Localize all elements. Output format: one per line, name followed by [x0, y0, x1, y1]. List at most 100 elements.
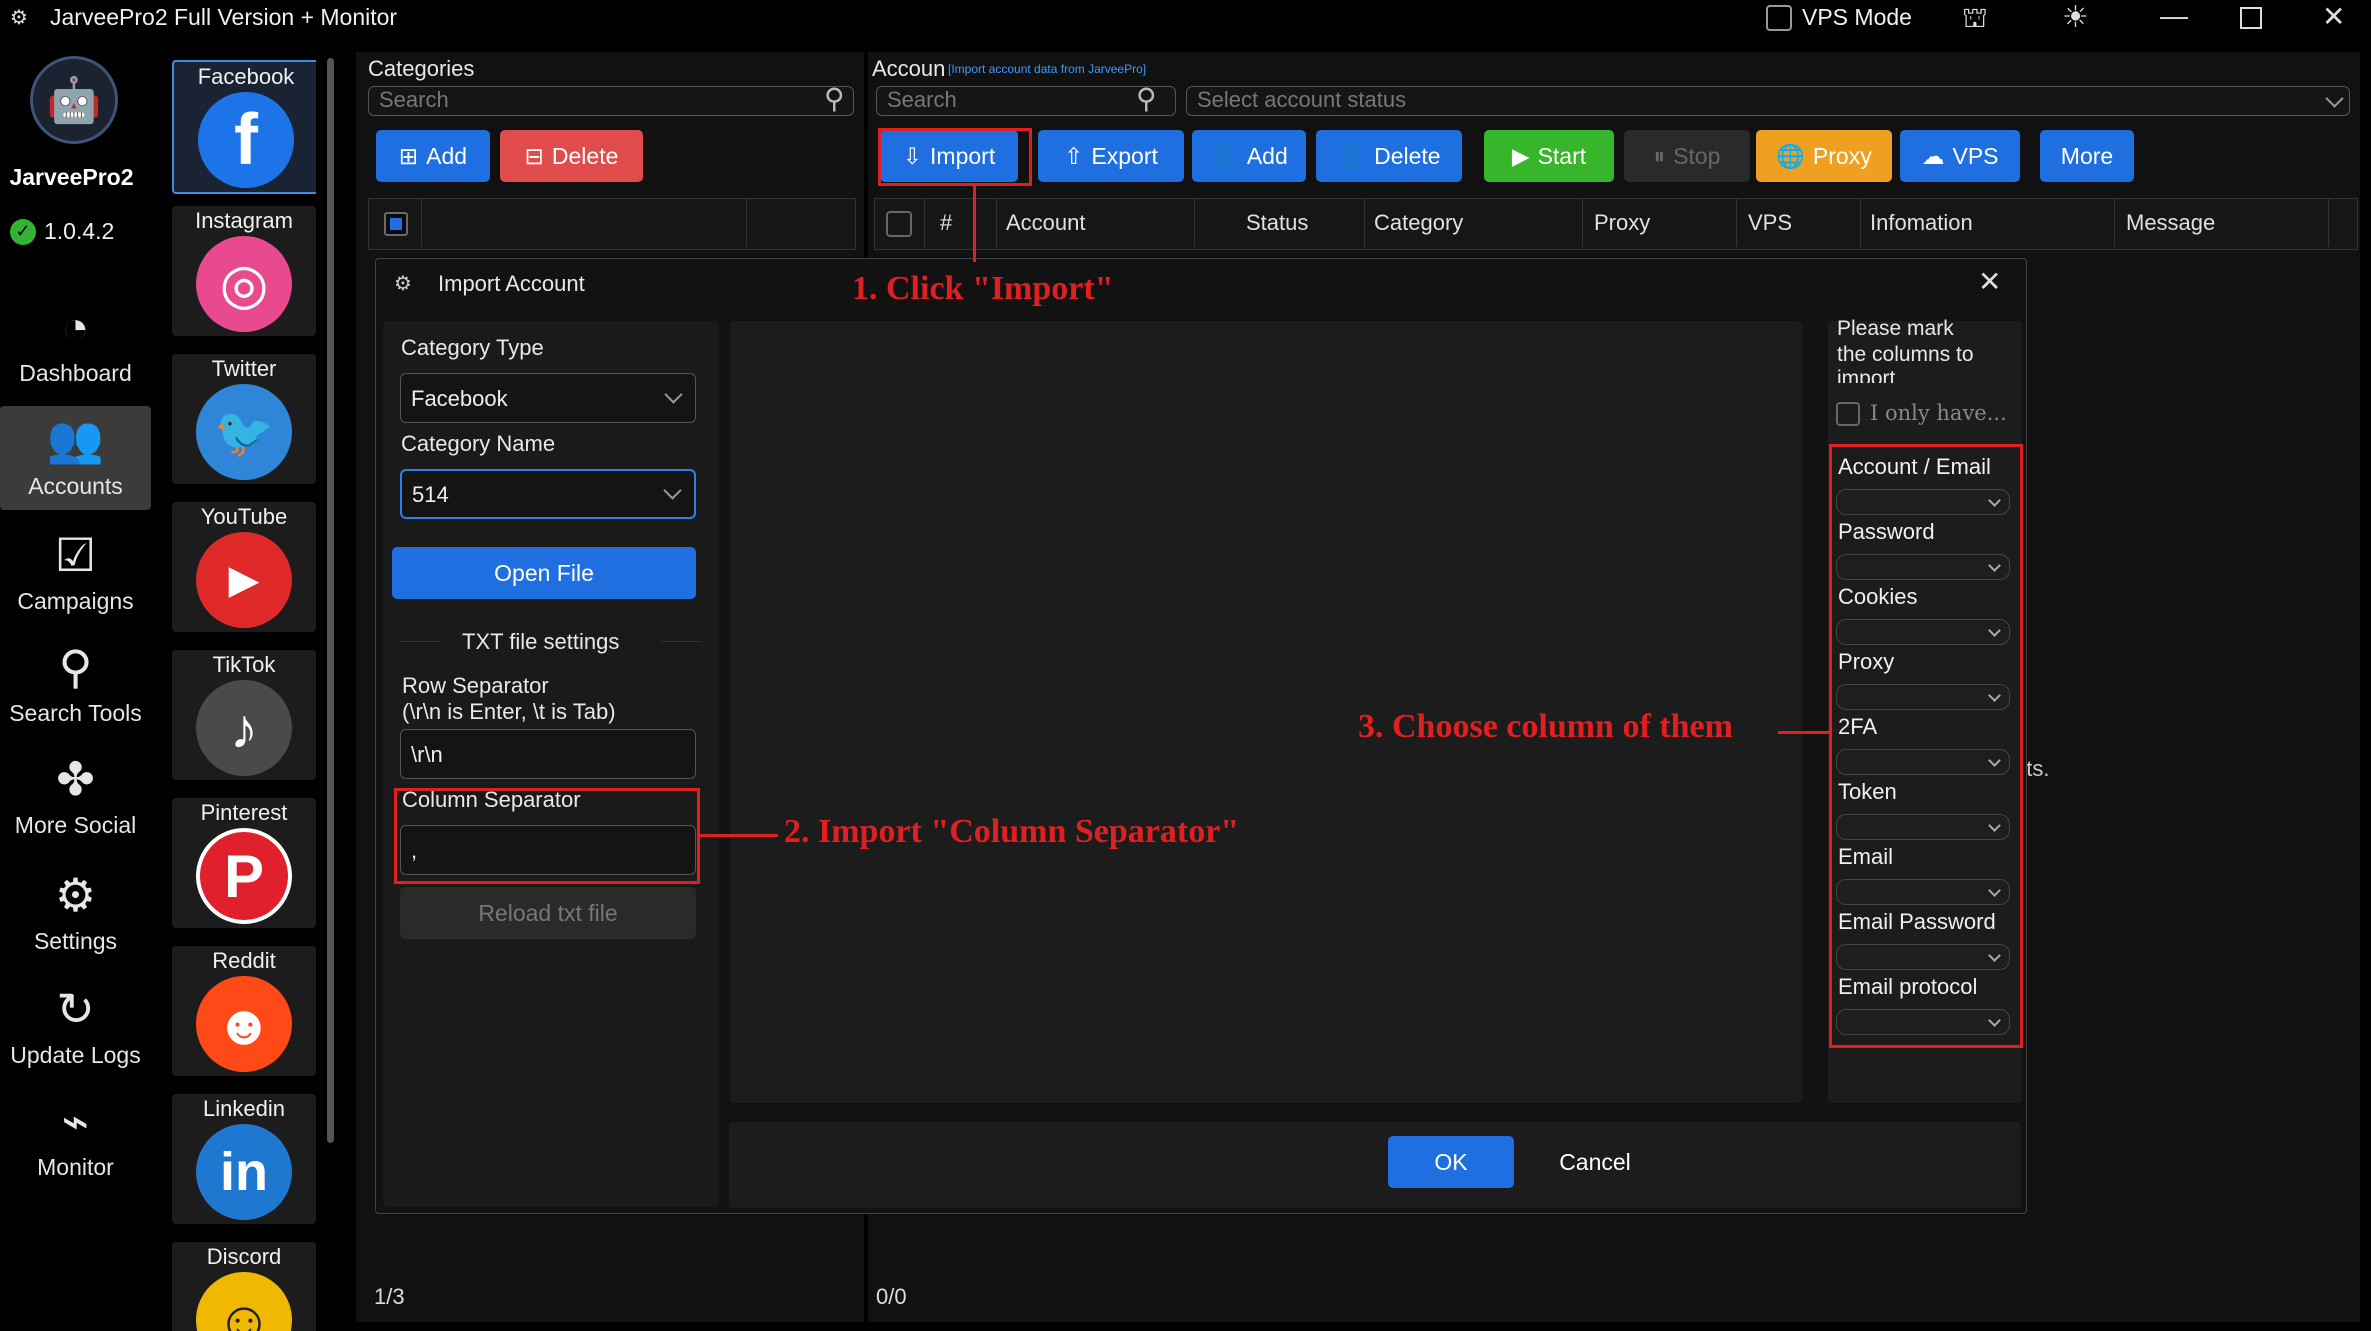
- ok-button[interactable]: OK: [1388, 1136, 1514, 1188]
- mark-columns-note-3: import: [1837, 367, 1896, 383]
- social-pinterest[interactable]: Pinterest P: [172, 798, 316, 928]
- clover-icon: ✤: [56, 753, 95, 805]
- social-tiktok[interactable]: TikTok ♪: [172, 650, 316, 780]
- col-header-number[interactable]: #: [940, 210, 952, 236]
- window-title: JarveePro2 Full Version + Monitor: [50, 4, 398, 30]
- category-name-label: Category Name: [401, 431, 556, 456]
- theme-sun-icon[interactable]: ☀: [2062, 0, 2089, 35]
- only-have-label: I only have...: [1870, 401, 2007, 425]
- reload-txt-file-button[interactable]: Reload txt file: [400, 887, 696, 939]
- nav-search-tools[interactable]: ⚲ Search Tools: [0, 640, 151, 736]
- vps-mode-label: VPS Mode: [1802, 4, 1912, 30]
- open-file-button[interactable]: Open File: [392, 547, 696, 599]
- import-hint-link[interactable]: [Import account data from JarveePro]: [948, 62, 1146, 76]
- accounts-icon: 👥: [46, 413, 105, 465]
- social-list-scrollbar[interactable]: [327, 58, 334, 1143]
- chevron-down-icon: [664, 385, 683, 404]
- only-have-checkbox[interactable]: [1836, 402, 1860, 426]
- history-icon: ↻: [56, 983, 95, 1035]
- category-add-button[interactable]: ⊞ Add: [376, 130, 490, 182]
- globe-icon: 🌐: [1776, 142, 1805, 169]
- play-circle-icon: ▶: [1511, 142, 1530, 169]
- accounts-pager: 0/0: [876, 1284, 907, 1309]
- more-button[interactable]: More: [2040, 130, 2134, 182]
- app-version: 1.0.4.2: [44, 218, 115, 244]
- app-name: JarveePro2: [9, 164, 134, 190]
- row-separator-hint: (\r\n is Enter, \t is Tab): [402, 699, 616, 724]
- nav-update-logs[interactable]: ↻ Update Logs: [0, 982, 151, 1078]
- pause-circle-icon: ⏸: [1653, 142, 1666, 169]
- category-delete-button[interactable]: ⊟ Delete: [500, 130, 643, 182]
- col-header-information[interactable]: Infomation: [1870, 210, 1973, 236]
- start-button[interactable]: ▶ Start: [1484, 130, 1614, 182]
- category-name-select[interactable]: 514: [400, 469, 696, 519]
- cancel-button[interactable]: Cancel: [1530, 1136, 1660, 1188]
- dialog-title: Import Account: [438, 271, 585, 296]
- instagram-icon: ◎: [196, 236, 292, 332]
- social-facebook[interactable]: Facebook f: [172, 60, 316, 194]
- categories-search-input[interactable]: Search: [368, 86, 854, 116]
- export-button[interactable]: ⇧ Export: [1038, 130, 1184, 182]
- social-discord[interactable]: Discord ☺: [172, 1242, 316, 1331]
- categories-title: Categories: [368, 56, 475, 81]
- reddit-icon: ☻: [196, 976, 292, 1072]
- col-header-account[interactable]: Account: [1006, 210, 1086, 236]
- account-add-button[interactable]: 👤 Add: [1192, 130, 1306, 182]
- mark-columns-note-1: Please mark: [1837, 317, 1954, 340]
- col-header-proxy[interactable]: Proxy: [1594, 210, 1650, 236]
- row-separator-input[interactable]: \r\n: [400, 729, 696, 779]
- dialog-close-icon[interactable]: ✕: [1978, 265, 2001, 298]
- dialog-footer: [729, 1122, 2021, 1208]
- categories-pager: 1/3: [374, 1284, 405, 1309]
- accounts-search-icon: ⚲: [1136, 83, 1157, 114]
- title-bar: ⚙ JarveePro2 Full Version + Monitor VPS …: [0, 0, 2371, 36]
- robot-logo-icon: 🤖: [30, 56, 118, 144]
- col-header-category[interactable]: Category: [1374, 210, 1463, 236]
- vps-button[interactable]: ☁ VPS: [1900, 130, 2020, 182]
- social-youtube[interactable]: YouTube ▶: [172, 502, 316, 632]
- col-header-vps[interactable]: VPS: [1748, 210, 1792, 236]
- network-icon[interactable]: ⛫: [1962, 2, 1988, 38]
- social-twitter[interactable]: Twitter 🐦: [172, 354, 316, 484]
- nav-accounts[interactable]: 👥 Accounts: [0, 406, 151, 510]
- nav-more-social[interactable]: ✤ More Social: [0, 752, 151, 848]
- remove-user-icon: 👤: [1337, 142, 1367, 169]
- annotation-line-column-separator: [700, 834, 778, 837]
- nav-monitor[interactable]: ⌁ Monitor: [0, 1094, 151, 1190]
- annotation-box-column-separator: [394, 788, 700, 884]
- nav-settings[interactable]: ⚙ Settings: [0, 868, 151, 964]
- maximize-icon[interactable]: [2240, 7, 2262, 29]
- col-header-status[interactable]: Status: [1246, 210, 1308, 236]
- minimize-icon[interactable]: —: [2160, 0, 2188, 32]
- cloud-server-icon: ☁: [1921, 142, 1945, 169]
- social-linkedin[interactable]: Linkedin in: [172, 1094, 316, 1224]
- divider: [400, 641, 440, 642]
- col-header-message[interactable]: Message: [2126, 210, 2215, 236]
- nav-dashboard[interactable]: ◔ Dashboard: [0, 300, 151, 396]
- row-separator-label: Row Separator: [402, 673, 549, 698]
- vps-mode-checkbox[interactable]: [1766, 5, 1792, 31]
- account-status-select[interactable]: Select account status: [1186, 86, 2350, 116]
- add-list-icon: ⊞: [398, 142, 419, 169]
- accounts-select-all-checkbox[interactable]: [886, 211, 912, 237]
- cctv-camera-icon: ⌁: [61, 1095, 90, 1147]
- social-instagram[interactable]: Instagram ◎: [172, 206, 316, 336]
- clipboard-check-icon: ☑: [54, 529, 97, 581]
- nav-campaigns[interactable]: ☑ Campaigns: [0, 528, 151, 624]
- categories-select-all-checkbox[interactable]: [384, 212, 408, 236]
- close-window-icon[interactable]: ✕: [2322, 0, 2345, 33]
- accounts-search-input[interactable]: Search: [876, 86, 1176, 116]
- category-type-select[interactable]: Facebook: [400, 373, 696, 423]
- add-user-icon: 👤: [1210, 142, 1239, 169]
- annotation-line-import: [973, 186, 976, 262]
- proxy-button[interactable]: 🌐 Proxy: [1756, 130, 1892, 182]
- dialog-logo-icon: ⚙: [394, 273, 412, 295]
- mark-columns-note-2: the columns to: [1837, 343, 1974, 366]
- stop-button[interactable]: ⏸ Stop: [1624, 130, 1750, 182]
- accounts-title: Accoun: [872, 56, 946, 81]
- account-delete-button[interactable]: 👤 Delete: [1316, 130, 1462, 182]
- annotation-box-import: [878, 128, 1032, 186]
- annotation-line-column-mapping: [1778, 731, 1829, 734]
- social-platform-list: Facebook f Instagram ◎ Twitter 🐦 YouTube…: [164, 58, 316, 1331]
- social-reddit[interactable]: Reddit ☻: [172, 946, 316, 1076]
